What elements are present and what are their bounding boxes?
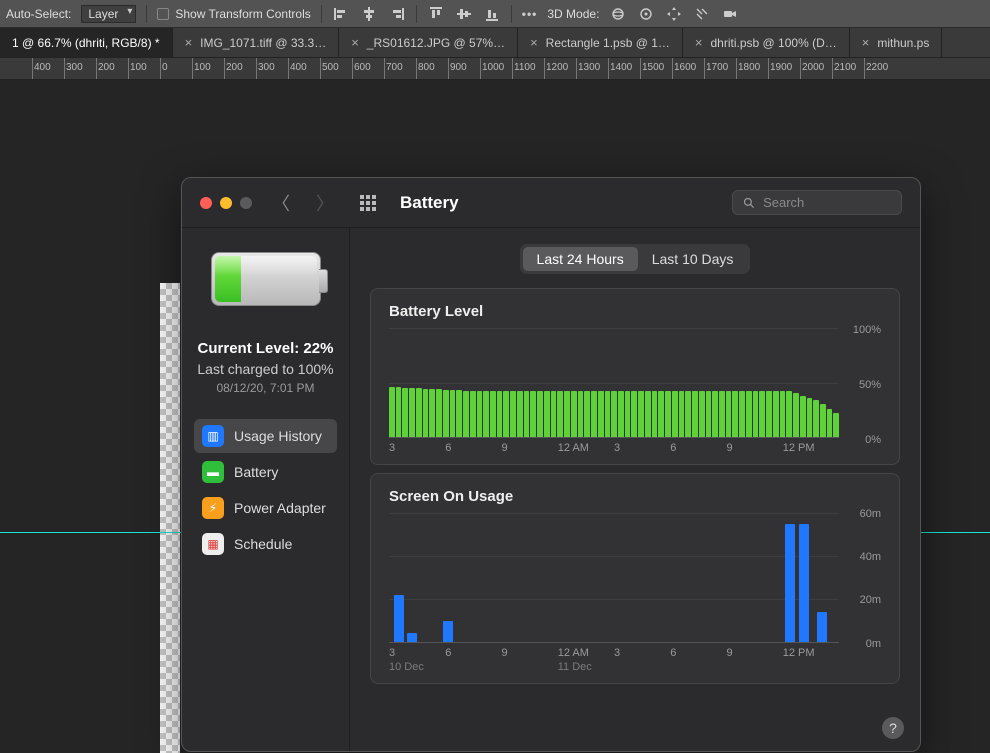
current-level-label: Current Level: 22%: [197, 340, 333, 357]
align-left-icon[interactable]: [332, 5, 350, 23]
align-vcenter-icon[interactable]: [455, 5, 473, 23]
show-all-icon[interactable]: [360, 195, 376, 211]
sidebar-item-label: Usage History: [234, 428, 322, 444]
close-tab-icon[interactable]: ×: [695, 35, 703, 50]
sidebar-item-label: Power Adapter: [234, 500, 326, 516]
battery-preferences-window: 〈 〉 Battery Current Level: 22% Last char…: [181, 177, 921, 752]
screen-on-chart: [389, 513, 839, 643]
canvas-area: 〈 〉 Battery Current Level: 22% Last char…: [0, 80, 990, 743]
battery-level-chart: [389, 328, 839, 438]
3d-camera-icon[interactable]: [721, 5, 739, 23]
sidebar-item-schedule[interactable]: ▦ Schedule: [194, 527, 337, 561]
3d-slide-icon[interactable]: [693, 5, 711, 23]
close-icon[interactable]: [200, 197, 212, 209]
layer-select[interactable]: Layer: [81, 5, 136, 23]
sidebar-item-label: Battery: [234, 464, 278, 480]
tab-label: _RS01612.JPG @ 57%…: [367, 36, 505, 50]
tab-label: mithun.ps: [877, 36, 929, 50]
help-button[interactable]: ?: [882, 717, 904, 739]
sidebar-item-battery[interactable]: ▬ Battery: [194, 455, 337, 489]
close-tab-icon[interactable]: ×: [351, 35, 359, 50]
screen-on-title: Screen On Usage: [389, 488, 881, 505]
horizontal-ruler: 4003002001000100200300400500600700800900…: [0, 58, 990, 80]
traffic-lights: [200, 197, 252, 209]
tab-label: Rectangle 1.psb @ 1…: [546, 36, 670, 50]
document-tab[interactable]: × _RS01612.JPG @ 57%…: [339, 28, 518, 57]
autoselect-label: Auto-Select:: [6, 7, 71, 21]
sidebar: Current Level: 22% Last charged to 100% …: [182, 228, 350, 751]
document-tab[interactable]: × IMG_1071.tiff @ 33.3…: [173, 28, 340, 57]
nav-forward-button: 〉: [310, 190, 340, 216]
document-tab[interactable]: × Rectangle 1.psb @ 1…: [518, 28, 683, 57]
3d-pan-icon[interactable]: [665, 5, 683, 23]
search-field[interactable]: [732, 190, 902, 215]
align-right-icon[interactable]: [388, 5, 406, 23]
tab-label: dhriti.psb @ 100% (D…: [711, 36, 837, 50]
search-input[interactable]: [763, 195, 891, 210]
sidebar-item-label: Schedule: [234, 536, 292, 552]
segment-24h[interactable]: Last 24 Hours: [523, 247, 638, 271]
close-tab-icon[interactable]: ×: [530, 35, 538, 50]
transparent-canvas-edge: [160, 283, 180, 753]
sidebar-item-power-adapter[interactable]: ⚡︎ Power Adapter: [194, 491, 337, 525]
tab-label: IMG_1071.tiff @ 33.3…: [200, 36, 326, 50]
document-tabs: 1 @ 66.7% (dhriti, RGB/8) * × IMG_1071.tif…: [0, 28, 990, 58]
document-tab[interactable]: × mithun.ps: [850, 28, 943, 57]
segment-10d[interactable]: Last 10 Days: [638, 247, 748, 271]
nav-back-button[interactable]: 〈: [266, 190, 296, 216]
close-tab-icon[interactable]: ×: [185, 35, 193, 50]
content-pane: Last 24 Hours Last 10 Days Battery Level…: [350, 228, 920, 751]
align-hcenter-icon[interactable]: [360, 5, 378, 23]
window-title: Battery: [400, 193, 459, 213]
tab-label: 1 @ 66.7% (dhriti, RGB/8) *: [12, 36, 160, 50]
align-top-icon[interactable]: [427, 5, 445, 23]
chart-icon: ▥: [202, 425, 224, 447]
last-charged-label: Last charged to 100%: [197, 361, 333, 377]
align-bottom-icon[interactable]: [483, 5, 501, 23]
document-tab[interactable]: × dhriti.psb @ 100% (D…: [683, 28, 850, 57]
document-tab[interactable]: 1 @ 66.7% (dhriti, RGB/8) *: [0, 28, 173, 57]
battery-icon: ▬: [202, 461, 224, 483]
photoshop-options-bar: Auto-Select: Layer Show Transform Contro…: [0, 0, 990, 28]
search-icon: [743, 196, 755, 210]
more-options-icon[interactable]: •••: [522, 7, 538, 21]
show-transform-checkbox[interactable]: Show Transform Controls: [157, 7, 310, 21]
sidebar-item-usage-history[interactable]: ▥ Usage History: [194, 419, 337, 453]
bolt-icon: ⚡︎: [202, 497, 224, 519]
battery-graphic: [211, 252, 321, 306]
zoom-icon[interactable]: [240, 197, 252, 209]
3d-mode-label: 3D Mode:: [547, 7, 599, 21]
battery-level-title: Battery Level: [389, 303, 881, 320]
charge-timestamp: 08/12/20, 7:01 PM: [197, 381, 333, 395]
calendar-icon: ▦: [202, 533, 224, 555]
minimize-icon[interactable]: [220, 197, 232, 209]
3d-roll-icon[interactable]: [637, 5, 655, 23]
battery-level-card: Battery Level 100%50%0% 36912 AM36912 PM: [370, 288, 900, 465]
time-range-segmented: Last 24 Hours Last 10 Days: [370, 244, 900, 274]
window-titlebar[interactable]: 〈 〉 Battery: [182, 178, 920, 228]
3d-orbit-icon[interactable]: [609, 5, 627, 23]
screen-on-card: Screen On Usage 60m40m20m0m 36912 AM3691…: [370, 473, 900, 684]
close-tab-icon[interactable]: ×: [862, 35, 870, 50]
